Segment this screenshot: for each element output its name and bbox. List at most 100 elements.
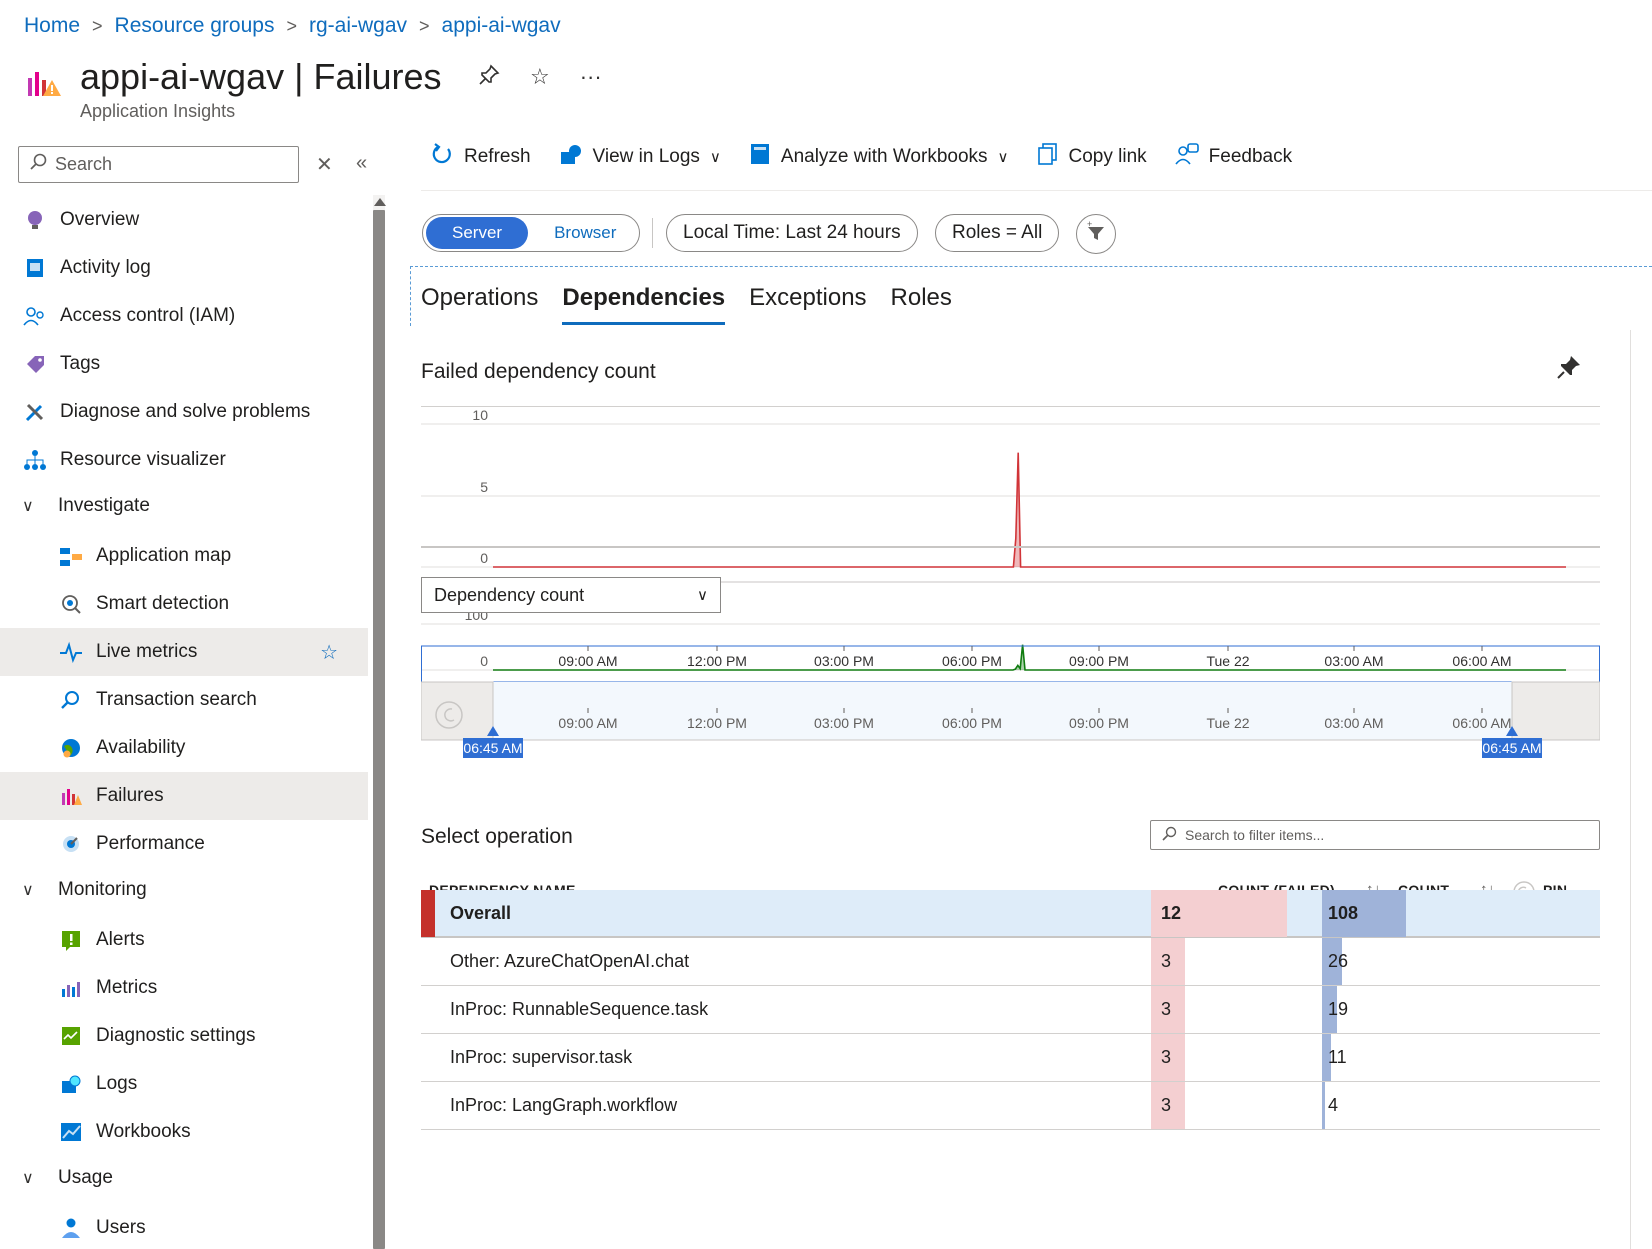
y-tick-label: 0 — [480, 653, 488, 669]
tab-bar: Operations Dependencies Exceptions Roles — [421, 284, 952, 325]
failed-dependency-line — [493, 452, 1566, 568]
metric-dropdown-value: Dependency count — [434, 584, 585, 605]
breadcrumb-resource-groups[interactable]: Resource groups — [115, 14, 275, 38]
sidebar-item-workbooks[interactable]: Workbooks — [0, 1108, 368, 1156]
copy-link-button[interactable]: Copy link — [1037, 142, 1147, 172]
sidebar-scroll-thumb[interactable] — [373, 210, 385, 1249]
filter-separator — [652, 218, 653, 248]
sidebar-item-smart-detection[interactable]: Smart detection — [0, 580, 368, 628]
sidebar-group-usage[interactable]: ∨ Usage — [0, 1154, 368, 1202]
pin-chart-icon[interactable] — [1556, 354, 1582, 387]
sidebar-item-label: Tags — [60, 353, 101, 374]
add-filter-button[interactable]: + — [1076, 214, 1116, 254]
failed-dependency-area — [493, 452, 1566, 567]
logs-icon — [58, 1071, 84, 1097]
analyze-workbooks-button[interactable]: Analyze with Workbooks ∨ — [749, 142, 1009, 172]
server-option[interactable]: Server — [426, 217, 529, 249]
metric-dropdown[interactable]: Dependency count ∨ — [421, 577, 721, 613]
close-icon[interactable]: ✕ — [316, 152, 333, 177]
browser-option[interactable]: Browser — [528, 217, 642, 249]
more-icon[interactable]: ··· — [580, 64, 602, 92]
sidebar-item-iam[interactable]: Access control (IAM) — [0, 292, 368, 340]
sidebar-group-label: Usage — [58, 1167, 113, 1188]
star-icon[interactable]: ☆ — [530, 64, 550, 92]
analyze-label: Analyze with Workbooks — [780, 146, 988, 167]
sidebar-item-diagnose[interactable]: Diagnose and solve problems — [0, 388, 368, 436]
favorite-star-icon[interactable]: ☆ — [320, 640, 338, 665]
sidebar-item-performance[interactable]: Performance — [0, 820, 368, 868]
range-selector-left-mask — [421, 681, 494, 741]
server-browser-toggle[interactable]: Server Browser — [422, 214, 640, 252]
x-tick-label: 06:00 PM — [942, 653, 1002, 669]
sidebar-item-failures[interactable]: Failures — [0, 772, 368, 820]
refresh-icon — [430, 142, 454, 172]
range-end-label: 06:45 AM — [1482, 740, 1541, 756]
tab-exceptions[interactable]: Exceptions — [749, 284, 866, 325]
sidebar-item-label: Diagnostic settings — [96, 1025, 256, 1046]
sidebar-item-application-map[interactable]: Application map — [0, 532, 368, 580]
pin-icon[interactable] — [478, 64, 500, 92]
tab-operations[interactable]: Operations — [421, 284, 538, 325]
table-search-input[interactable]: Search to filter items... — [1150, 820, 1600, 850]
range-x-tick-label: 09:00 PM — [1069, 715, 1129, 731]
sidebar-item-transaction-search[interactable]: Transaction search — [0, 676, 368, 724]
refresh-button[interactable]: Refresh — [430, 142, 531, 172]
failed-count-value: 3 — [1161, 1095, 1172, 1115]
tab-dependencies[interactable]: Dependencies — [562, 284, 726, 325]
metrics-icon — [58, 975, 84, 1001]
sidebar-item-activity-log[interactable]: Activity log — [0, 244, 368, 292]
count-value: 19 — [1328, 999, 1349, 1019]
sidebar-item-resource-visualizer[interactable]: Resource visualizer — [0, 436, 368, 484]
collapse-icon[interactable]: « — [356, 152, 367, 175]
sidebar-item-overview[interactable]: Overview — [0, 196, 368, 244]
range-x-tick-label: 03:00 PM — [814, 715, 874, 731]
table-row[interactable]: InProc: supervisor.task 3 11 — [421, 1034, 1600, 1082]
breadcrumb-appi[interactable]: appi-ai-wgav — [442, 14, 561, 38]
dependency-count-area — [493, 644, 1566, 670]
sidebar-search-input[interactable]: Search — [18, 146, 299, 183]
sidebar-item-metrics[interactable]: Metrics — [0, 964, 368, 1012]
scroll-up-icon[interactable] — [374, 198, 386, 206]
failed-count-value: 12 — [1161, 903, 1182, 923]
sidebar-item-label: Diagnose and solve problems — [60, 401, 311, 422]
sidebar-item-label: Live metrics — [96, 641, 198, 662]
feedback-button[interactable]: Feedback — [1175, 142, 1292, 172]
range-x-tick-label: 06:00 PM — [942, 715, 1002, 731]
sidebar-item-alerts[interactable]: Alerts — [0, 916, 368, 964]
wrench-icon — [22, 399, 48, 425]
sidebar-item-live-metrics[interactable]: Live metrics ☆ — [0, 628, 368, 676]
sidebar-item-diagnostic-settings[interactable]: Diagnostic settings — [0, 1012, 368, 1060]
count-value: 11 — [1328, 1047, 1347, 1067]
diagnostic-icon — [58, 1023, 84, 1049]
table-row[interactable]: InProc: LangGraph.workflow 3 4 — [421, 1082, 1600, 1130]
sidebar-item-label: Application map — [96, 545, 232, 566]
sidebar-item-logs[interactable]: Logs — [0, 1060, 368, 1108]
selected-row-marker — [421, 890, 435, 937]
sidebar-item-tags[interactable]: Tags — [0, 340, 368, 388]
breadcrumb-home[interactable]: Home — [24, 14, 80, 38]
sidebar-group-label: Monitoring — [58, 879, 147, 900]
table-row[interactable]: InProc: RunnableSequence.task 3 19 — [421, 986, 1600, 1034]
tab-roles[interactable]: Roles — [891, 284, 952, 325]
sidebar-item-label: Resource visualizer — [60, 449, 226, 470]
view-in-logs-button[interactable]: View in Logs ∨ — [559, 142, 721, 172]
roles-pill[interactable]: Roles = All — [935, 214, 1060, 252]
sidebar-item-label: Logs — [96, 1073, 138, 1094]
failures-icon — [58, 783, 84, 809]
sidebar-item-users[interactable]: Users — [0, 1204, 368, 1249]
sidebar-item-availability[interactable]: Availability — [0, 724, 368, 772]
sidebar-group-investigate[interactable]: ∨ Investigate — [0, 482, 368, 530]
time-range-pill[interactable]: Local Time: Last 24 hours — [666, 214, 918, 252]
breadcrumb-rg[interactable]: rg-ai-wgav — [309, 14, 407, 38]
count-value: 4 — [1328, 1095, 1339, 1115]
x-tick-label: 09:00 PM — [1069, 653, 1129, 669]
table-search-placeholder: Search to filter items... — [1185, 827, 1325, 843]
table-row-overall[interactable]: Overall 12 108 — [421, 890, 1600, 938]
table-row[interactable]: Other: AzureChatOpenAI.chat 3 26 — [421, 938, 1600, 986]
x-tick-label: 09:00 AM — [558, 653, 617, 669]
chevron-down-icon: ∨ — [997, 149, 1009, 166]
dashed-border — [410, 266, 411, 326]
sidebar-group-monitoring[interactable]: ∨ Monitoring — [0, 866, 368, 914]
failures-icon — [26, 68, 62, 103]
globe-icon — [58, 735, 84, 761]
